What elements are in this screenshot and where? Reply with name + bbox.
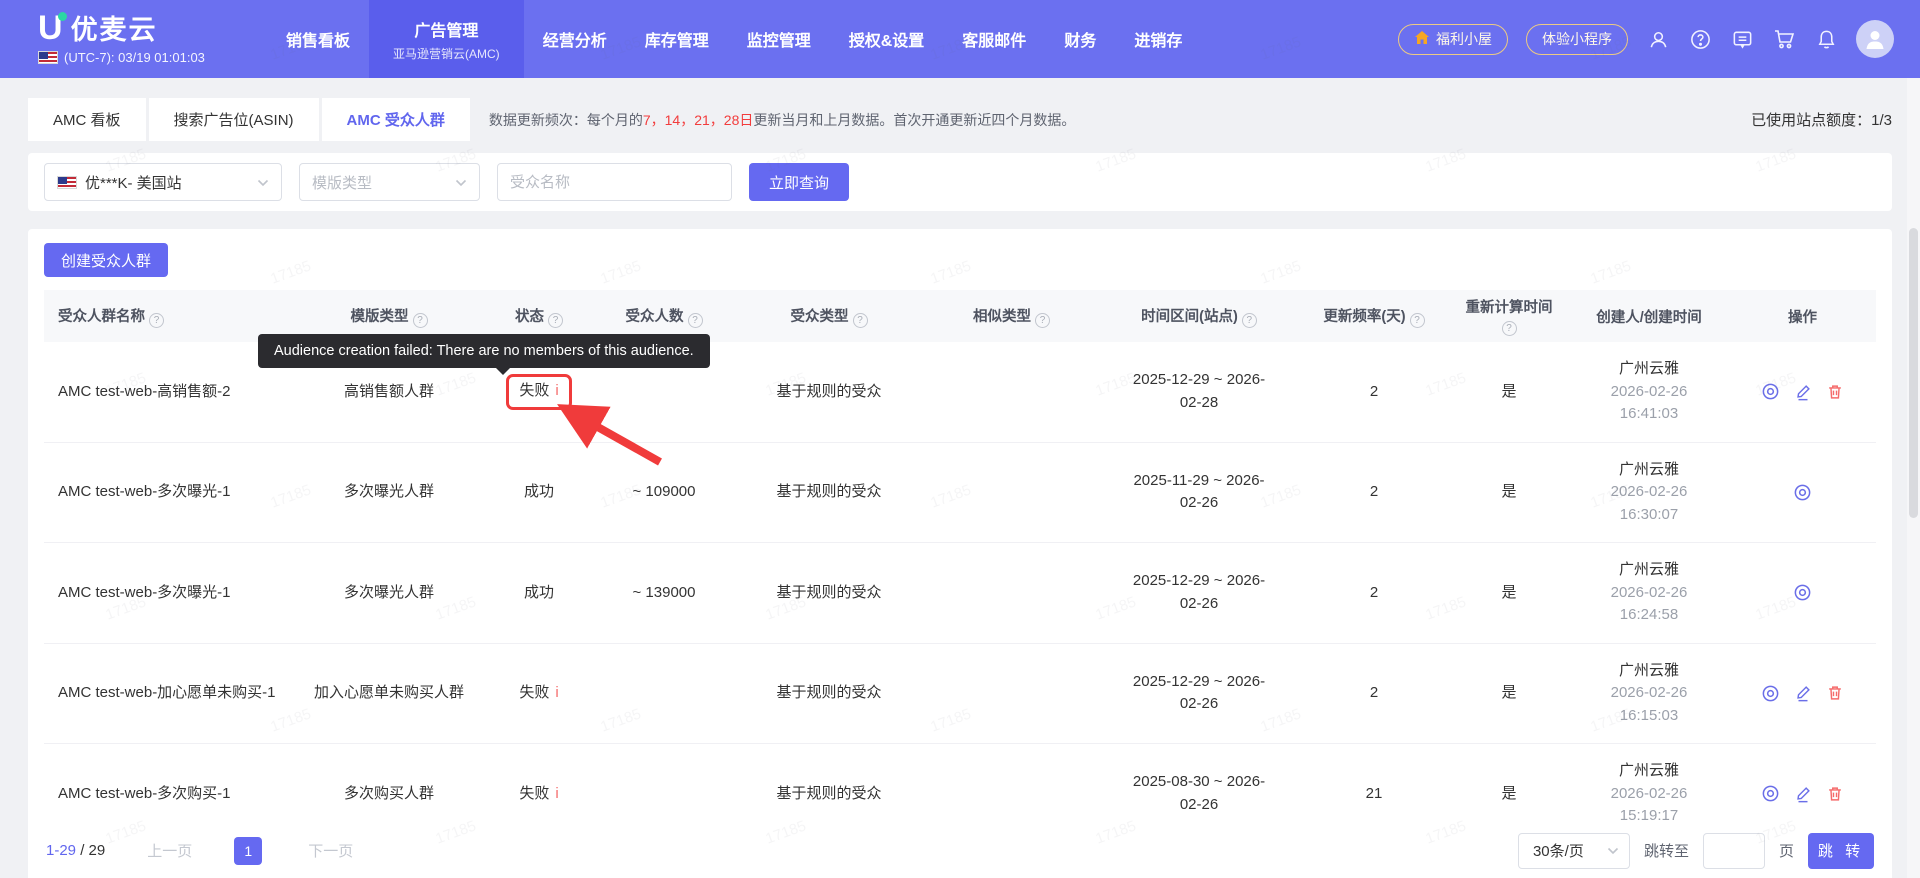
nav-sales-dashboard[interactable]: 销售看板: [267, 0, 369, 78]
edit-icon[interactable]: [1794, 383, 1812, 401]
delete-icon[interactable]: [1826, 684, 1844, 702]
us-flag-icon: [38, 51, 58, 64]
template-type-select[interactable]: 模版类型: [299, 163, 480, 201]
tab-bar: AMC 看板 搜索广告位(ASIN) AMC 受众人群 数据更新频次：每个月的 …: [0, 78, 1920, 141]
nav-ad-management-sub: 亚马逊营销云(AMC): [393, 46, 500, 61]
create-audience-button[interactable]: 创建受众人群: [44, 243, 169, 277]
timezone-clock: (UTC-7): 03/19 01:01:03: [64, 50, 205, 65]
table-row: AMC test-web-加心愿单未购买-1 加入心愿单未购买人群 失败 i 基于…: [44, 643, 1876, 744]
jump-page-input[interactable]: [1702, 832, 1765, 869]
topbar-right-actions: 福利小屋 体验小程序: [1398, 0, 1894, 78]
help-icon[interactable]: ?: [852, 312, 868, 328]
search-button[interactable]: 立即查询: [749, 163, 850, 201]
scrollbar-thumb[interactable]: [1909, 228, 1918, 518]
list-toolbar: 创建受众人群: [28, 229, 1892, 290]
page-unit-label: 页: [1778, 843, 1794, 860]
nav-authorization-settings[interactable]: 授权&设置: [830, 0, 944, 78]
page-number-button[interactable]: 1: [234, 836, 263, 865]
message-icon[interactable]: [1730, 27, 1754, 51]
delete-icon[interactable]: [1826, 785, 1844, 803]
audience-list-panel: 创建受众人群 受众人群名称? 模版类型? 状态? 受众人数? 受众类型? 相似类…: [28, 229, 1892, 878]
delete-icon[interactable]: [1826, 383, 1844, 401]
logo-dot: [57, 11, 67, 21]
col-time-range: 时间区间(站点)?: [1099, 290, 1299, 342]
house-icon: [1414, 30, 1430, 48]
nav-inventory[interactable]: 库存管理: [626, 0, 728, 78]
help-icon[interactable]: ?: [548, 312, 563, 328]
failed-status-annotation: 失败 i: [506, 374, 572, 410]
audience-name-input[interactable]: [497, 163, 732, 201]
audience-table: 受众人群名称? 模版类型? 状态? 受众人数? 受众类型? 相似类型? 时间区间…: [44, 290, 1876, 878]
pagination-range: 1-29 / 29: [46, 842, 106, 859]
audience-name-cell: AMC test-web-高销售额-2: [44, 342, 294, 443]
tab-search-ad-asin[interactable]: 搜索广告位(ASIN): [148, 98, 319, 141]
pagination-bar: 1-29 / 29 上一页 1 下一页 30条/页 跳转至 页 跳 转: [28, 823, 1892, 878]
welfare-house-button[interactable]: 福利小屋: [1398, 23, 1508, 55]
app-title: 优麦云: [70, 15, 158, 45]
help-icon[interactable]: ?: [412, 312, 428, 328]
page-size-select[interactable]: 30条/页: [1517, 832, 1630, 869]
jump-button[interactable]: 跳 转: [1808, 832, 1874, 869]
tab-amc-audience[interactable]: AMC 受众人群: [321, 98, 470, 141]
main-nav: 销售看板 广告管理 亚马逊营销云(AMC) 经营分析 库存管理 监控管理 授权&…: [267, 0, 1201, 78]
help-icon[interactable]: ?: [1035, 312, 1050, 328]
cart-icon[interactable]: [1772, 27, 1796, 51]
col-update-frequency: 更新频率(天)?: [1299, 290, 1449, 342]
edit-icon[interactable]: [1794, 785, 1812, 803]
top-navigation-bar: U 优麦云 (UTC-7): 03/19 01:01:03 销售看板 广告管理 …: [0, 0, 1920, 78]
col-audience-type: 受众类型?: [734, 290, 924, 342]
help-icon[interactable]: [1688, 27, 1712, 51]
view-icon[interactable]: [1793, 483, 1812, 502]
nav-customer-email[interactable]: 客服邮件: [943, 0, 1045, 78]
bell-icon[interactable]: [1814, 27, 1838, 51]
nav-purchase-sale-stock[interactable]: 进销存: [1115, 0, 1201, 78]
us-flag-icon: [57, 175, 77, 189]
chevron-down-icon: [455, 174, 467, 191]
help-icon[interactable]: ?: [1409, 312, 1425, 328]
table-row: AMC test-web-多次曝光-1 多次曝光人群 成功 ~ 109000 基…: [44, 442, 1876, 543]
col-similar-type: 相似类型?: [924, 290, 1099, 342]
prev-page-button[interactable]: 上一页: [147, 840, 192, 861]
site-select[interactable]: 优***K- 美国站: [44, 163, 282, 201]
nav-business-analysis[interactable]: 经营分析: [524, 0, 626, 78]
next-page-button[interactable]: 下一页: [308, 840, 353, 861]
help-icon[interactable]: ?: [1501, 321, 1517, 336]
status-info-icon[interactable]: i: [555, 382, 558, 399]
help-icon[interactable]: ?: [1241, 312, 1257, 328]
update-days-highlight: 7，14，21，28日: [642, 111, 754, 128]
view-icon[interactable]: [1761, 382, 1780, 401]
vertical-scrollbar: [1907, 78, 1920, 878]
edit-icon[interactable]: [1794, 684, 1812, 702]
help-icon[interactable]: ?: [149, 312, 164, 328]
help-icon[interactable]: ?: [687, 312, 703, 328]
customer-service-icon[interactable]: [1646, 27, 1670, 51]
status-info-icon[interactable]: i: [555, 785, 558, 802]
col-audience-name: 受众人群名称?: [44, 290, 294, 342]
mini-program-button[interactable]: 体验小程序: [1526, 23, 1628, 55]
col-recalc-time: 重新计算时间?: [1449, 290, 1569, 342]
view-icon[interactable]: [1761, 684, 1780, 703]
table-row: AMC test-web-多次曝光-1 多次曝光人群 成功 ~ 139000 基…: [44, 542, 1876, 644]
nav-ad-management[interactable]: 广告管理 亚马逊营销云(AMC): [369, 0, 524, 78]
view-icon[interactable]: [1761, 784, 1780, 803]
data-update-notice: 数据更新频次：每个月的 7，14，21，28日 更新当月和上月数据。首次开通更新…: [488, 111, 1076, 128]
user-avatar[interactable]: [1856, 20, 1894, 58]
col-actions: 操作: [1729, 290, 1876, 342]
chevron-down-icon: [1607, 842, 1619, 859]
jump-to-label: 跳转至: [1643, 843, 1689, 860]
tab-amc-dashboard[interactable]: AMC 看板: [28, 98, 146, 141]
brand-block: U 优麦云 (UTC-7): 03/19 01:01:03: [38, 0, 253, 78]
status-info-icon[interactable]: i: [555, 684, 558, 701]
nav-monitoring[interactable]: 监控管理: [728, 0, 830, 78]
error-tooltip: Audience creation failed: There are no m…: [258, 334, 710, 375]
view-icon[interactable]: [1793, 583, 1812, 602]
app-logo[interactable]: U: [38, 11, 67, 45]
filter-bar: 优***K- 美国站 模版类型 立即查询: [28, 153, 1892, 211]
site-quota-text: 已使用站点额度：1/3: [1751, 112, 1892, 129]
nav-finance[interactable]: 财务: [1045, 0, 1115, 78]
col-creator-time: 创建人/创建时间: [1569, 290, 1729, 342]
chevron-down-icon: [257, 174, 269, 191]
